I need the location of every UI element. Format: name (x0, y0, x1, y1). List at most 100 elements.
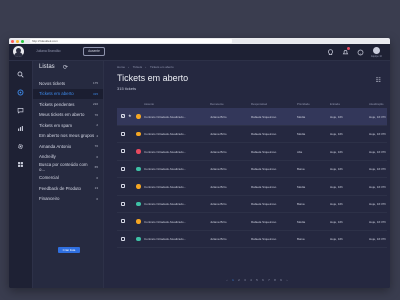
star-icon[interactable]: ★ (128, 113, 132, 118)
reports-icon[interactable] (15, 123, 25, 133)
row-checkbox[interactable] (121, 184, 125, 188)
notifications-icon[interactable] (341, 47, 351, 56)
lists-sidebar: Listas ⟳ Novos tickets 175 Tickets em abe… (33, 61, 104, 288)
sidebar-item-tickets-em-aberto[interactable]: Tickets em aberto 315 (33, 88, 103, 99)
icon-nav (9, 61, 33, 288)
cell-requester: Juliana Brito (210, 167, 227, 171)
row-checkbox[interactable] (121, 201, 125, 206)
header-created[interactable]: Entrada (330, 102, 340, 106)
cell-requester: Juliana Brito (210, 149, 227, 154)
sidebar-item-busca-conteudo[interactable]: Busca por conteúdo com o... 65 (33, 162, 103, 173)
table-row[interactable]: Contrato Octadesk Atualizado... Juliana B… (117, 178, 387, 196)
sidebar-item-label: Andreilly (39, 154, 56, 160)
search-icon[interactable] (15, 69, 25, 79)
sidebar-item-andreilly[interactable]: Andreilly 0 (33, 152, 103, 163)
sidebar-item-novos-tickets[interactable]: Novos tickets 175 (33, 78, 103, 89)
status-button[interactable]: Ausente (83, 47, 105, 56)
sidebar-item-meus-tickets[interactable]: Meus tickets em aberto 76 (33, 110, 103, 121)
priority-dot (136, 149, 141, 154)
tickets-main: Home › Tickets › Tickets em aberto Tickets… (104, 61, 390, 288)
cell-subject: Contrato Octadesk Atualizado... (144, 202, 186, 206)
sidebar-item-feedback-produto[interactable]: Feedback de Produto 13 (33, 183, 103, 194)
table-row[interactable]: Contrato Octadesk Atualizado... Juliana B… (117, 196, 387, 213)
breadcrumb-tickets[interactable]: Tickets (133, 65, 142, 69)
help-icon[interactable] (356, 48, 364, 56)
breadcrumb-current: Tickets em aberto (149, 65, 174, 69)
cell-priority: Baixa (297, 167, 305, 171)
table-row[interactable]: Contrato Octadesk Atualizado... Juliana B… (117, 231, 387, 248)
row-checkbox[interactable] (121, 236, 125, 241)
cell-updated: Hoje, 16:37h (369, 184, 387, 189)
cell-created: Hoje, 16h (330, 184, 343, 189)
ticket-icon[interactable] (15, 87, 25, 97)
top-bar: Juliana Brandão Ausente Equipe 10 (9, 44, 390, 61)
cell-priority: Baixa (297, 237, 305, 241)
create-list-button[interactable]: Criar lista (58, 247, 80, 253)
cell-responsible: Rafaela Siqueiroso (251, 149, 277, 154)
cell-subject: Contrato Octadesk Atualizado... (144, 237, 186, 241)
cell-created: Hoje, 16h (330, 132, 343, 136)
chat-icon[interactable] (15, 105, 25, 115)
cell-priority: Média (297, 114, 306, 119)
cell-responsible: Rafaela Siqueiroso (251, 167, 277, 171)
priority-dot (136, 219, 141, 224)
cell-updated: Hoje, 16:37h (369, 167, 387, 171)
table-row[interactable]: Contrato Octadesk Atualizado... Juliana B… (117, 143, 387, 161)
lightbulb-icon[interactable] (326, 48, 334, 56)
sidebar-item-comercial[interactable]: Comercial 0 (33, 173, 103, 184)
row-checkbox[interactable]: ✓ (121, 114, 125, 118)
close-dot[interactable] (11, 39, 14, 43)
cell-requester: Juliana Brito (210, 219, 227, 224)
sidebar-title: Listas (39, 64, 55, 70)
header-priority[interactable]: Prioridade (297, 102, 310, 106)
sidebar-item-label: Amanda Antonio (39, 143, 72, 149)
top-icons: Equipe 10 (319, 47, 382, 58)
maximize-dot[interactable] (21, 39, 24, 43)
sidebar-item-amanda-antonio[interactable]: Amanda Antonio 76 (33, 141, 103, 152)
sidebar-item-label: Novos tickets (39, 80, 66, 86)
table-row[interactable]: ✓ ★ Contrato Octadesk Atualizado... Juliana… (117, 108, 387, 126)
sidebar-item-label: Tickets em spam (39, 122, 73, 128)
header-requester[interactable]: Remetente (210, 102, 224, 106)
sidebar-item-label: Tickets em aberto (39, 91, 74, 97)
cell-priority: Média (297, 184, 306, 189)
cell-requester: Juliana Brito (210, 237, 227, 241)
cell-requester: Juliana Brito (210, 202, 227, 206)
breadcrumb-home[interactable]: Home (117, 65, 125, 69)
sidebar-item-tickets-pendentes[interactable]: Tickets pendentes 216 (33, 99, 103, 110)
sidebar-item-count: 0 (96, 196, 98, 201)
sidebar-item-count: 76 (94, 144, 98, 149)
notification-badge (347, 47, 351, 51)
table-row[interactable]: Contrato Octadesk Atualizado... Juliana B… (117, 126, 387, 143)
address-bar[interactable]: http://zdesktek.com (30, 39, 232, 43)
company-avatar[interactable] (13, 46, 24, 57)
apps-icon[interactable] (15, 159, 25, 169)
header-responsible[interactable]: Responsável (251, 102, 267, 106)
row-checkbox[interactable] (121, 166, 125, 171)
cell-updated: Hoje, 16:37h (369, 202, 387, 206)
header-updated[interactable]: Atualização (369, 102, 383, 106)
page-link[interactable]: › (284, 278, 290, 282)
minimize-dot[interactable] (16, 39, 19, 43)
cell-responsible: Rafaela Siqueiroso (251, 132, 277, 136)
row-checkbox[interactable] (121, 149, 125, 153)
cell-created: Hoje, 16h (330, 114, 343, 119)
row-checkbox[interactable] (121, 219, 125, 223)
sidebar-item-label: Financeiro (39, 196, 60, 202)
table-row[interactable]: Contrato Octadesk Atualizado... Juliana B… (117, 161, 387, 178)
row-checkbox[interactable] (121, 131, 125, 136)
column-settings-icon[interactable]: ☷ (376, 77, 381, 84)
agent-chip[interactable]: Equipe 10 (371, 47, 382, 58)
sidebar-item-financeiro[interactable]: Financeiro 0 (33, 194, 103, 205)
cell-requester: Juliana Brito (210, 132, 227, 136)
sidebar-item-count: 175 (92, 81, 98, 86)
header-subject[interactable]: Assunto (144, 102, 154, 106)
breadcrumb-separator: › (128, 65, 130, 69)
sidebar-item-tickets-spam[interactable]: Tickets em spam 2 (33, 120, 103, 131)
sidebar-item-count: 13 (94, 186, 98, 191)
sidebar-item-meus-grupos[interactable]: Em aberto nos meus grupos 4 (33, 131, 103, 142)
refresh-icon[interactable]: ⟳ (63, 64, 68, 71)
cell-subject: Contrato Octadesk Atualizado... (144, 149, 186, 154)
settings-icon[interactable] (15, 141, 25, 151)
table-row[interactable]: Contrato Octadesk Atualizado... Juliana B… (117, 213, 387, 231)
